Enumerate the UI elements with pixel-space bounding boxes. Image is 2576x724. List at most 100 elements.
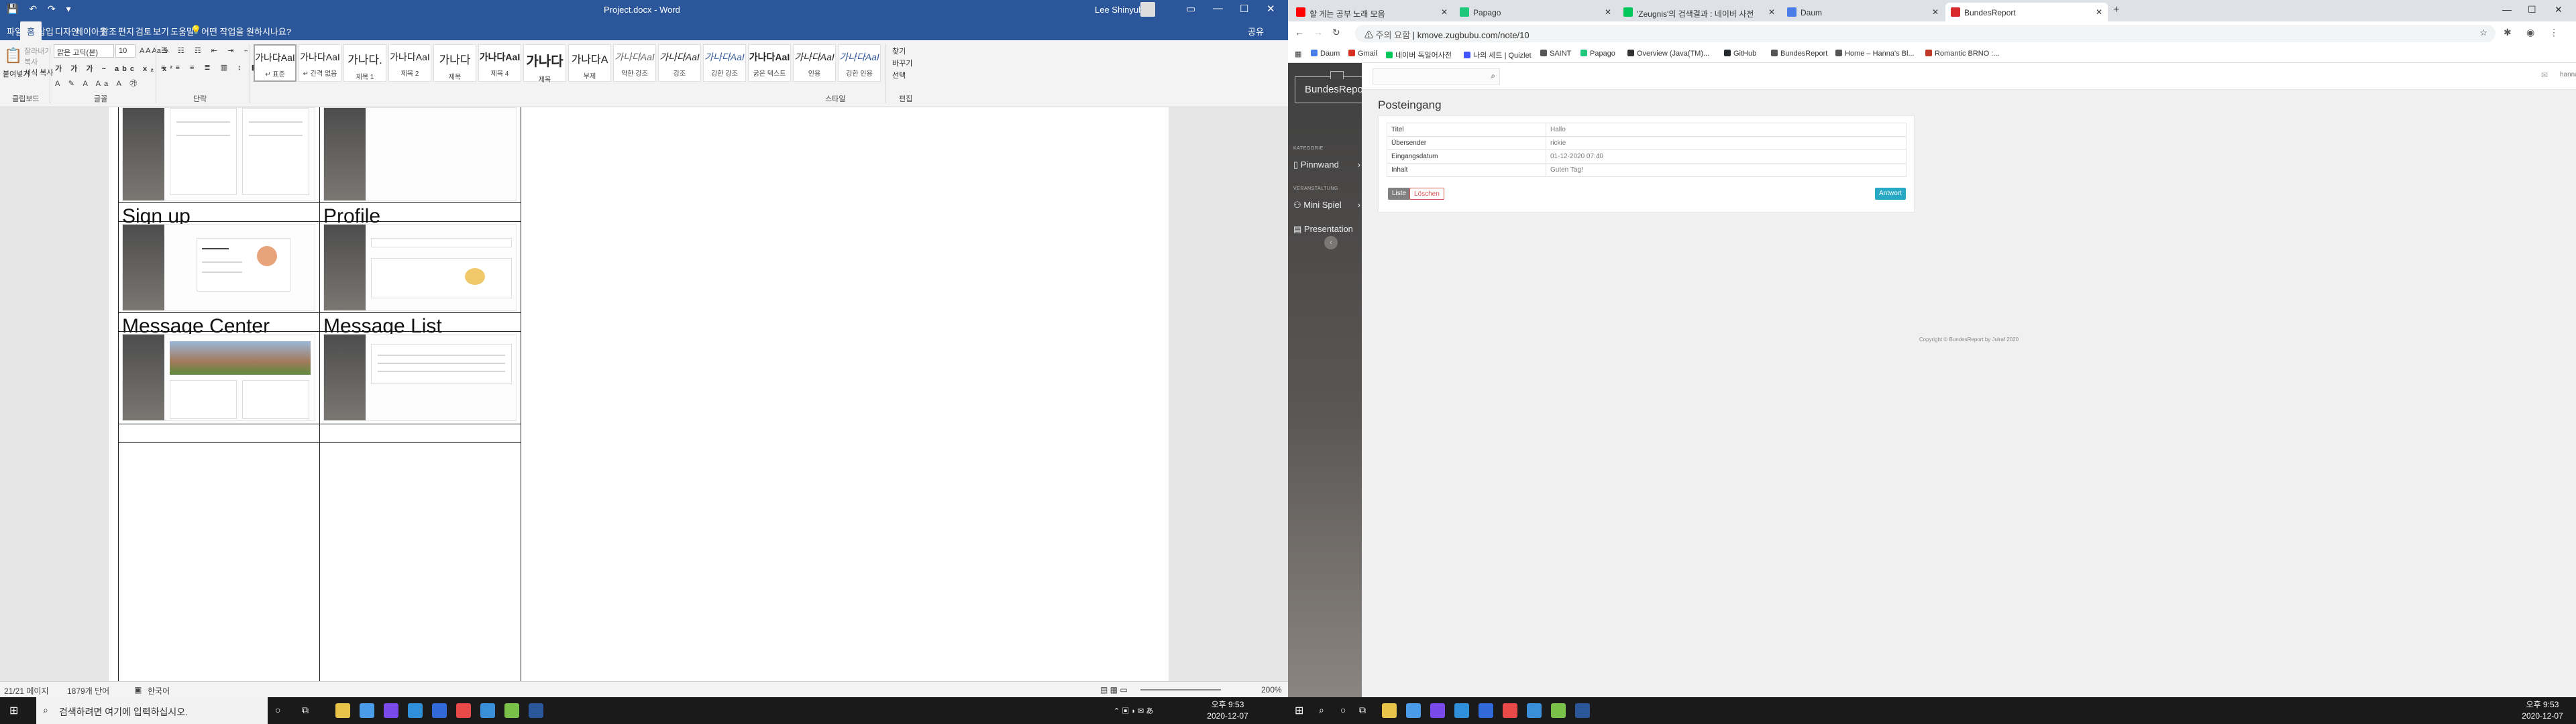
taskbar-app-icon[interactable] bbox=[1406, 703, 1421, 718]
style-heading-4[interactable]: 가나다AaI 제목 4 bbox=[478, 44, 521, 82]
sidebar-item-mini-spiel[interactable]: ⚇ Mini Spiel › bbox=[1293, 200, 1360, 210]
taskbar-app-icon[interactable] bbox=[335, 703, 350, 718]
style-subtle-emphasis[interactable]: 가나다AaI 약한 강조 bbox=[613, 44, 656, 82]
taskbar-app-icon[interactable] bbox=[1454, 703, 1469, 718]
sidebar-item-presentation[interactable]: ▤ Presentation bbox=[1293, 224, 1360, 235]
bookmark-github[interactable]: GitHub bbox=[1724, 50, 1756, 58]
ribbon-display-icon[interactable]: ▭ bbox=[1186, 3, 1195, 15]
minimize-icon[interactable]: — bbox=[2502, 4, 2512, 15]
taskbar-app-icon[interactable] bbox=[384, 703, 398, 718]
tab-insert[interactable]: 삽입 bbox=[38, 25, 54, 38]
list-button[interactable]: Liste bbox=[1388, 188, 1411, 200]
taskbar-app-icon[interactable] bbox=[529, 703, 543, 718]
style-emphasis[interactable]: 가나다AaI 강조 bbox=[658, 44, 701, 82]
taskbar-search[interactable]: ⌕ 검색하려면 여기에 입력하십시오. bbox=[36, 697, 268, 724]
clock[interactable]: 오후 9:53 2020-12-07 bbox=[2516, 699, 2569, 722]
close-icon[interactable]: ✕ bbox=[1267, 3, 1275, 15]
page-count[interactable]: 21/21 페이지 bbox=[4, 685, 48, 697]
bookmark-saint[interactable]: SAINT bbox=[1540, 50, 1571, 58]
tab-papago[interactable]: Papago ✕ bbox=[1454, 3, 1617, 21]
cut-button[interactable]: 잘라내기 bbox=[24, 46, 51, 56]
bookmark-java-overview[interactable]: Overview (Java(TM)... bbox=[1627, 50, 1709, 58]
bookmark-star-icon[interactable]: ☆ bbox=[2479, 27, 2487, 38]
list-buttons[interactable]: ☰ ☷ ☶ ⇤ ⇥ ⍆ ¶ bbox=[161, 46, 266, 56]
new-tab-icon[interactable]: + bbox=[2113, 4, 2119, 16]
taskbar-app-icon[interactable] bbox=[456, 703, 471, 718]
replace-button[interactable]: 바꾸기 bbox=[892, 58, 912, 68]
zoom-slider[interactable] bbox=[1140, 689, 1221, 690]
bookmark-daum[interactable]: Daum bbox=[1311, 50, 1340, 58]
windows-start-icon[interactable]: ⊞ bbox=[9, 704, 18, 717]
format-painter-button[interactable]: 서식 복사 bbox=[24, 67, 54, 78]
style-strong[interactable]: 가나다AaI 굵은 텍스트 bbox=[748, 44, 791, 82]
style-title[interactable]: 가나다 제목 bbox=[523, 44, 566, 84]
search-icon[interactable]: ⌕ bbox=[1491, 71, 1495, 81]
quick-access-toolbar[interactable]: 💾 ↶ ↷ ▾ bbox=[7, 3, 75, 15]
taskbar-app-icon[interactable] bbox=[1430, 703, 1445, 718]
share-button[interactable]: 공유 bbox=[1248, 25, 1264, 38]
task-view-icon[interactable]: ⧉ bbox=[302, 705, 309, 716]
forward-icon[interactable]: → bbox=[1313, 27, 1323, 38]
style-quote[interactable]: 가나다AaI 인용 bbox=[793, 44, 836, 82]
cortana-icon[interactable]: ○ bbox=[275, 705, 280, 715]
user-name[interactable]: hanna bbox=[2560, 71, 2576, 78]
close-tab-icon[interactable]: ✕ bbox=[1932, 7, 1939, 17]
bookmark-bundesreport[interactable]: BundesReport bbox=[1771, 50, 1827, 58]
tab-bundesreport[interactable]: BundesReport ✕ bbox=[1945, 3, 2108, 21]
profile-icon[interactable]: ◉ bbox=[2526, 27, 2534, 38]
bookmark-romantic-brno[interactable]: Romantic BRNO :... bbox=[1925, 50, 2000, 58]
language[interactable]: 한국어 bbox=[148, 685, 170, 697]
taskbar-app-icon[interactable] bbox=[1575, 703, 1590, 718]
avatar[interactable] bbox=[1140, 2, 1155, 17]
close-tab-icon[interactable]: ✕ bbox=[1768, 7, 1775, 17]
style-intense-emphasis[interactable]: 가나다AaI 강한 강조 bbox=[703, 44, 746, 82]
mail-icon[interactable]: ✉ bbox=[2541, 70, 2548, 80]
taskbar-app-icon[interactable] bbox=[1551, 703, 1566, 718]
tab-youtube[interactable]: 할 게는 공부 노래 모음 ✕ bbox=[1291, 3, 1453, 21]
close-tab-icon[interactable]: ✕ bbox=[1605, 7, 1611, 17]
tab-daum[interactable]: Daum ✕ bbox=[1782, 3, 1944, 21]
reload-icon[interactable]: ↻ bbox=[1332, 27, 1340, 38]
delete-button[interactable]: Löschen bbox=[1409, 188, 1444, 200]
maximize-icon[interactable]: ☐ bbox=[1240, 3, 1248, 15]
tab-references[interactable]: 참조 bbox=[101, 25, 117, 38]
bookmark-naver-dict[interactable]: 네이버 독일어사전 bbox=[1386, 50, 1452, 60]
clipboard-icon[interactable]: 📋 bbox=[4, 47, 22, 64]
apps-icon[interactable]: ▦ bbox=[1295, 50, 1301, 58]
sidebar-item-pinnwand[interactable]: ▯ Pinnwand › bbox=[1293, 160, 1360, 170]
tab-mailings[interactable]: 편지 bbox=[118, 25, 134, 38]
style-heading-1[interactable]: 가나다. 제목 1 bbox=[343, 44, 386, 82]
search-icon[interactable]: ⌕ bbox=[1319, 705, 1324, 716]
search-input[interactable]: ⌕ bbox=[1373, 68, 1500, 84]
tab-view[interactable]: 보기 bbox=[153, 25, 169, 38]
word-count[interactable]: 1879개 단어 bbox=[67, 685, 109, 697]
taskbar-app-icon[interactable] bbox=[480, 703, 495, 718]
tab-naver-dictionary[interactable]: 'Zeugnis'의 검색결과 : 네이버 사전 ✕ bbox=[1618, 3, 1780, 21]
font-name-select[interactable]: 맑은 고딕(본) bbox=[54, 44, 114, 58]
tray-icons[interactable]: ⌃ ▣ ◗ ✉ あ bbox=[1114, 705, 1153, 716]
style-heading-3[interactable]: 가나다 제목 bbox=[433, 44, 476, 82]
close-tab-icon[interactable]: ✕ bbox=[1441, 7, 1448, 17]
taskbar-app-icon[interactable] bbox=[1503, 703, 1517, 718]
style-heading-2[interactable]: 가나다AaI 제목 2 bbox=[388, 44, 431, 82]
style-subtitle[interactable]: 가나다A 부제 bbox=[568, 44, 611, 82]
taskbar-app-icon[interactable] bbox=[432, 703, 447, 718]
address-bar[interactable]: ⚠ 주의 요함 | kmove.zugbubu.com/note/10 ☆ bbox=[1355, 25, 2496, 42]
close-icon[interactable]: ✕ bbox=[2555, 4, 2563, 15]
clock[interactable]: 오후 9:53 2020-12-07 bbox=[1201, 699, 1254, 722]
back-icon[interactable]: ← bbox=[1295, 27, 1304, 38]
taskbar-app-icon[interactable] bbox=[1382, 703, 1397, 718]
font-color-buttons[interactable]: A ✎ A Aa A ㉮ bbox=[55, 78, 140, 88]
taskbar-app-icon[interactable] bbox=[408, 703, 423, 718]
tab-review[interactable]: 검토 bbox=[136, 25, 152, 38]
maximize-icon[interactable]: ☐ bbox=[2528, 4, 2536, 15]
bookmark-quizlet[interactable]: 나의 세트 | Quizlet bbox=[1464, 50, 1532, 60]
user-name[interactable]: Lee Shinyub bbox=[1095, 5, 1143, 15]
tell-me-search[interactable]: 어떤 작업을 원하시나요? bbox=[201, 25, 291, 38]
bookmark-hanna-blog[interactable]: Home – Hanna's Bl... bbox=[1835, 50, 1915, 58]
taskbar-app-icon[interactable] bbox=[504, 703, 519, 718]
windows-start-icon[interactable]: ⊞ bbox=[1295, 704, 1303, 717]
font-size-select[interactable]: 10 bbox=[115, 44, 136, 58]
cortana-icon[interactable]: ○ bbox=[1340, 705, 1346, 715]
select-button[interactable]: 선택 bbox=[892, 70, 906, 80]
